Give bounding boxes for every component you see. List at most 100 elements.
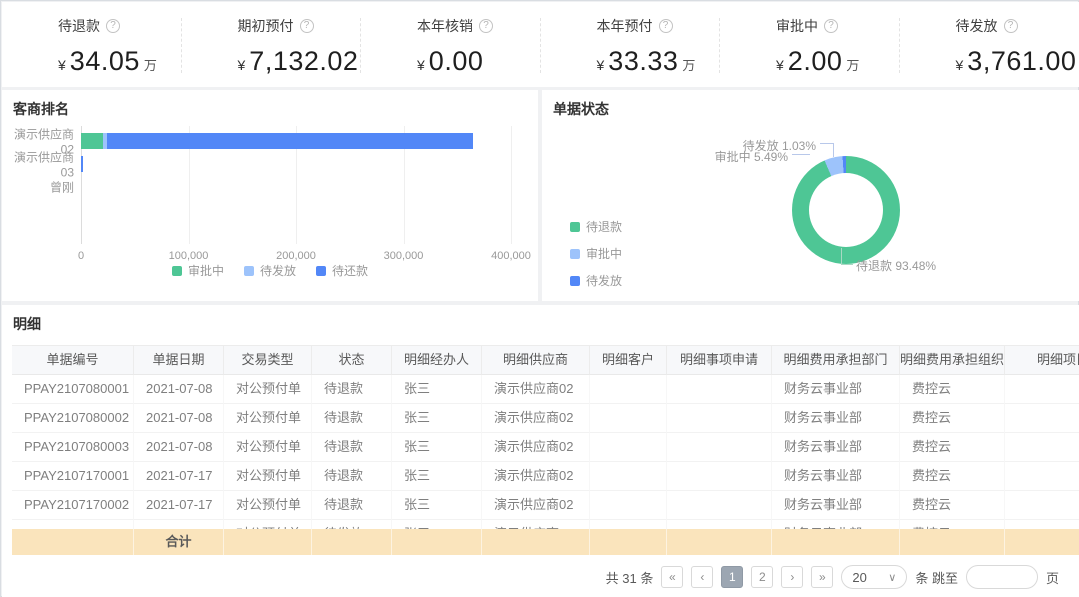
legend-item[interactable]: 待发放: [244, 262, 296, 279]
help-icon[interactable]: ?: [479, 19, 493, 33]
table-cell: 待退款: [312, 433, 392, 462]
kpi-label: 本年预付: [597, 16, 653, 36]
table-cell: [667, 433, 772, 462]
table-cell: 演示供应商02: [482, 375, 590, 404]
kpi-value: 0.00: [429, 46, 484, 77]
first-page-button[interactable]: «: [661, 566, 683, 588]
help-icon[interactable]: ?: [824, 19, 838, 33]
detail-card: 明细 单据编号单据日期交易类型状态明细经办人明细供应商明细客户明细事项申请明细费…: [2, 305, 1079, 597]
column-header-11: 明细项目: [1005, 346, 1079, 375]
table-cell: 费控云: [900, 433, 1005, 462]
page-button-2[interactable]: 2: [751, 566, 773, 588]
legend-swatch: [244, 266, 254, 276]
total-count: 共 31 条: [606, 568, 654, 587]
prev-page-button[interactable]: ‹: [691, 566, 713, 588]
callout-daituikuan: 待退款 93.48%: [856, 257, 936, 274]
table-cell: 对公预付单: [224, 433, 312, 462]
jump-page-input[interactable]: [966, 565, 1038, 589]
total-label: 合计: [134, 529, 224, 555]
table-cell: 2021-07-08: [134, 375, 224, 404]
table-row[interactable]: PPAY21071700012021-07-17对公预付单待退款张三演示供应商0…: [12, 462, 1079, 491]
total-cell: [900, 529, 1005, 555]
currency-symbol: ¥: [956, 57, 964, 73]
table-cell: [590, 404, 667, 433]
table-cell: 待退款: [312, 375, 392, 404]
kpi-label: 待发放: [956, 16, 998, 36]
x-tick-label: 300,000: [384, 250, 424, 262]
last-page-button[interactable]: »: [811, 566, 833, 588]
chevron-down-icon: ∨: [888, 571, 896, 584]
table-cell: 演示供应商02: [482, 462, 590, 491]
table-row[interactable]: PPAY21070800012021-07-08对公预付单待退款张三演示供应商0…: [12, 375, 1079, 404]
table-cell: 张三: [392, 375, 482, 404]
legend-item[interactable]: 待发放: [570, 272, 622, 289]
kpi-value: 33.33: [608, 46, 678, 77]
help-icon[interactable]: ?: [1004, 19, 1018, 33]
help-icon[interactable]: ?: [106, 19, 120, 33]
column-header-8: 明细事项申请: [667, 346, 772, 375]
table-cell: [667, 491, 772, 520]
total-cell: [312, 529, 392, 555]
table-cell: 演示供应商02: [482, 491, 590, 520]
bar-segment[interactable]: [81, 133, 103, 149]
total-cell: [12, 529, 134, 555]
page-size-select[interactable]: 20∨: [841, 565, 907, 589]
table-cell: 费控云: [900, 375, 1005, 404]
next-page-button[interactable]: ›: [781, 566, 803, 588]
table-cell: PPAY2107080002: [12, 404, 134, 433]
currency-symbol: ¥: [238, 57, 246, 73]
x-tick-label: 400,000: [491, 250, 531, 262]
table-cell: 财务云事业部: [772, 375, 900, 404]
page-button-1[interactable]: 1: [721, 566, 743, 588]
kpi-value: 3,761.00: [967, 46, 1076, 77]
column-header-9: 明细费用承担部门: [772, 346, 900, 375]
total-cell: [1005, 529, 1079, 555]
detail-table: 单据编号单据日期交易类型状态明细经办人明细供应商明细客户明细事项申请明细费用承担…: [12, 345, 1079, 555]
table-cell: 财务云事业部: [772, 462, 900, 491]
table-cell: [590, 433, 667, 462]
help-icon[interactable]: ?: [300, 19, 314, 33]
donut-legend: 待退款审批中待发放: [570, 218, 622, 289]
legend-item[interactable]: 待退款: [570, 218, 622, 235]
kpi-unit: 万: [682, 55, 695, 74]
table-cell: 张三: [392, 462, 482, 491]
table-cell: PPAY2107170001: [12, 462, 134, 491]
currency-symbol: ¥: [417, 57, 425, 73]
kpi-card-3: 本年核销?¥0.00: [361, 2, 541, 87]
legend-item[interactable]: 审批中: [172, 262, 224, 279]
table-cell: 张三: [392, 404, 482, 433]
kpi-value: 34.05: [70, 46, 140, 77]
currency-symbol: ¥: [597, 57, 605, 73]
table-cell: [1005, 404, 1079, 433]
kpi-strip: 待退款?¥34.05万期初预付?¥7,132.02本年核销?¥0.00本年预付?…: [2, 2, 1079, 87]
help-icon[interactable]: ?: [659, 19, 673, 33]
table-row[interactable]: PPAY21070800022021-07-08对公预付单待退款张三演示供应商0…: [12, 404, 1079, 433]
table-cell: 对公预付单: [224, 404, 312, 433]
bar-segment[interactable]: [107, 133, 473, 149]
column-header-7: 明细客户: [590, 346, 667, 375]
x-tick-label: 200,000: [276, 250, 316, 262]
legend-item[interactable]: 审批中: [570, 245, 622, 262]
column-header-4: 状态: [312, 346, 392, 375]
legend-item[interactable]: 待还款: [316, 262, 368, 279]
table-row[interactable]: PPAY21070800032021-07-08对公预付单待退款张三演示供应商0…: [12, 433, 1079, 462]
bar-segment[interactable]: [81, 156, 83, 172]
total-cell: [590, 529, 667, 555]
table-body: PPAY21070800012021-07-08对公预付单待退款张三演示供应商0…: [12, 375, 1079, 530]
kpi-value: 7,132.02: [249, 46, 358, 77]
legend-swatch: [570, 222, 580, 232]
currency-symbol: ¥: [58, 57, 66, 73]
kpi-card-4: 本年预付? ¥33.33万: [541, 2, 721, 87]
table-cell: [1005, 491, 1079, 520]
legend-label: 待还款: [332, 262, 368, 279]
legend-swatch: [570, 249, 580, 259]
table-cell: 对公预付单: [224, 462, 312, 491]
column-header-1: 单据编号: [12, 346, 134, 375]
legend-swatch: [570, 276, 580, 286]
column-header-5: 明细经办人: [392, 346, 482, 375]
table-cell: 张三: [392, 433, 482, 462]
dashboard-page: 待退款?¥34.05万期初预付?¥7,132.02本年核销?¥0.00本年预付?…: [0, 0, 1079, 597]
table-row[interactable]: PPAY21071700022021-07-17对公预付单待退款张三演示供应商0…: [12, 491, 1079, 520]
column-header-10: 明细费用承担组织: [900, 346, 1005, 375]
table-cell: 费控云: [900, 404, 1005, 433]
